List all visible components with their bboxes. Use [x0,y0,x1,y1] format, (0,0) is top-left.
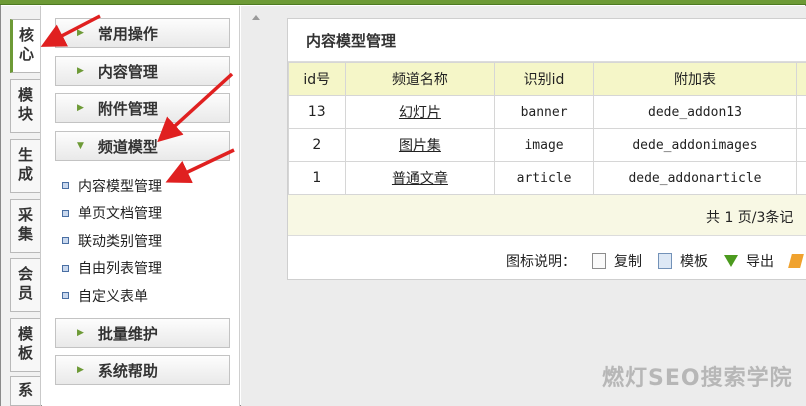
sidebar-splitter[interactable] [241,6,267,406]
edit-icon [788,254,804,268]
cell-ident: image [494,128,594,162]
col-header-ident: 识别id [494,62,594,96]
legend-copy-label: 复制 [614,254,642,270]
menu-batch-maintenance[interactable]: ▶ 批量维护 [55,318,230,348]
table-header-row: id号 频道名称 识别id 附加表 [288,62,806,96]
legend-export-label: 导出 [746,254,774,270]
submenu-label: 自由列表管理 [78,261,162,278]
cell-id: 1 [288,161,346,195]
vtab-templates[interactable]: 模板 [10,318,40,372]
cell-more [796,128,806,162]
submenu-custom-form[interactable]: 自定义表单 [62,282,162,310]
menu-attachment-mgmt[interactable]: ▶ 附件管理 [55,93,230,123]
table-row: 1 普通文章 article dede_addonarticle [288,161,806,195]
bullet-icon [62,237,69,245]
collapsed-arrow-icon: ▶ [77,28,84,38]
collapsed-arrow-icon: ▶ [77,328,84,338]
submenu-free-list[interactable]: 自由列表管理 [62,255,162,283]
vtab-system[interactable]: 系 [10,376,40,406]
cell-id: 13 [288,95,346,129]
legend-label: 图标说明： [506,254,576,270]
menu-label: 批量维护 [97,324,158,343]
legend-template-label: 模板 [680,254,708,270]
col-header-addtable: 附加表 [592,62,798,96]
menu-system-help[interactable]: ▶ 系统帮助 [55,355,230,385]
menu-label: 内容管理 [97,62,158,81]
menu-label: 常用操作 [97,24,158,43]
pager-row: 共 1 页/3条记 [288,195,806,236]
vtab-modules[interactable]: 模块 [10,79,40,133]
collapse-sidebar-icon[interactable] [252,15,260,20]
submenu-label: 自定义表单 [78,288,148,305]
watermark-text: 燃灯SEO搜索学院 [602,366,793,391]
template-icon [658,253,672,269]
submenu-content-model[interactable]: 内容模型管理 [62,172,162,200]
col-header-id: id号 [288,62,346,96]
collapsed-arrow-icon: ▶ [77,66,84,76]
vertical-tab-bar: 核心 模块 生成 采集 会员 模板 系 [1,6,41,406]
bullet-icon [62,264,69,272]
panel-title: 内容模型管理 [288,19,806,62]
bullet-icon [62,182,69,190]
menu-label: 频道模型 [97,137,158,156]
col-header-channel-name: 频道名称 [344,62,496,96]
cell-name: 普通文章 [344,161,496,195]
export-icon [724,255,738,267]
sidebar: ▶ 常用操作 ▶ 内容管理 ▶ 附件管理 ▼ 频道模型 内容模型管理 单页文档管… [42,6,240,406]
submenu-label: 单页文档管理 [78,206,162,223]
cell-ident: article [494,161,594,195]
bullet-icon [62,292,69,300]
channel-name-link[interactable]: 图片集 [399,138,441,154]
expanded-arrow-icon: ▼ [77,141,84,151]
menu-channel-model[interactable]: ▼ 频道模型 [55,131,230,161]
copy-icon [592,253,606,269]
vtab-members[interactable]: 会员 [10,258,40,312]
top-bar [0,0,806,5]
bullet-icon [62,209,69,217]
content-model-panel: 内容模型管理 id号 频道名称 识别id 附加表 13 幻灯片 banner d… [287,18,806,280]
menu-label: 附件管理 [97,99,158,118]
menu-content-mgmt[interactable]: ▶ 内容管理 [55,56,230,86]
submenu-label: 联动类别管理 [78,233,162,250]
cell-addtable: dede_addonarticle [592,161,798,195]
channel-name-link[interactable]: 普通文章 [392,171,448,187]
model-table: id号 频道名称 识别id 附加表 13 幻灯片 banner dede_add… [288,62,806,195]
submenu-label: 内容模型管理 [78,178,162,195]
icon-legend: 图标说明： 复制 模板 导出 [506,251,806,271]
vtab-core[interactable]: 核心 [10,19,40,73]
cell-name: 图片集 [344,128,496,162]
pager-text: 共 1 页/3条记 [706,210,794,226]
cell-addtable: dede_addon13 [592,95,798,129]
cell-more [796,95,806,129]
cell-ident: banner [494,95,594,129]
collapsed-arrow-icon: ▶ [77,365,84,375]
submenu-single-page[interactable]: 单页文档管理 [62,200,162,228]
main-content: 内容模型管理 id号 频道名称 识别id 附加表 13 幻灯片 banner d… [267,6,806,406]
channel-submenu: 内容模型管理 单页文档管理 联动类别管理 自由列表管理 自定义表单 [62,172,162,310]
table-row: 2 图片集 image dede_addonimages [288,128,806,162]
cell-more [796,161,806,195]
vtab-collect[interactable]: 采集 [10,199,40,253]
cell-name: 幻灯片 [344,95,496,129]
menu-common-ops[interactable]: ▶ 常用操作 [55,18,230,48]
channel-name-link[interactable]: 幻灯片 [399,105,441,121]
table-row: 13 幻灯片 banner dede_addon13 [288,95,806,129]
menu-label: 系统帮助 [97,361,158,380]
cell-id: 2 [288,128,346,162]
collapsed-arrow-icon: ▶ [77,103,84,113]
cell-addtable: dede_addonimages [592,128,798,162]
submenu-linkage-category[interactable]: 联动类别管理 [62,227,162,255]
vtab-generate[interactable]: 生成 [10,139,40,193]
col-header-more [796,62,806,96]
